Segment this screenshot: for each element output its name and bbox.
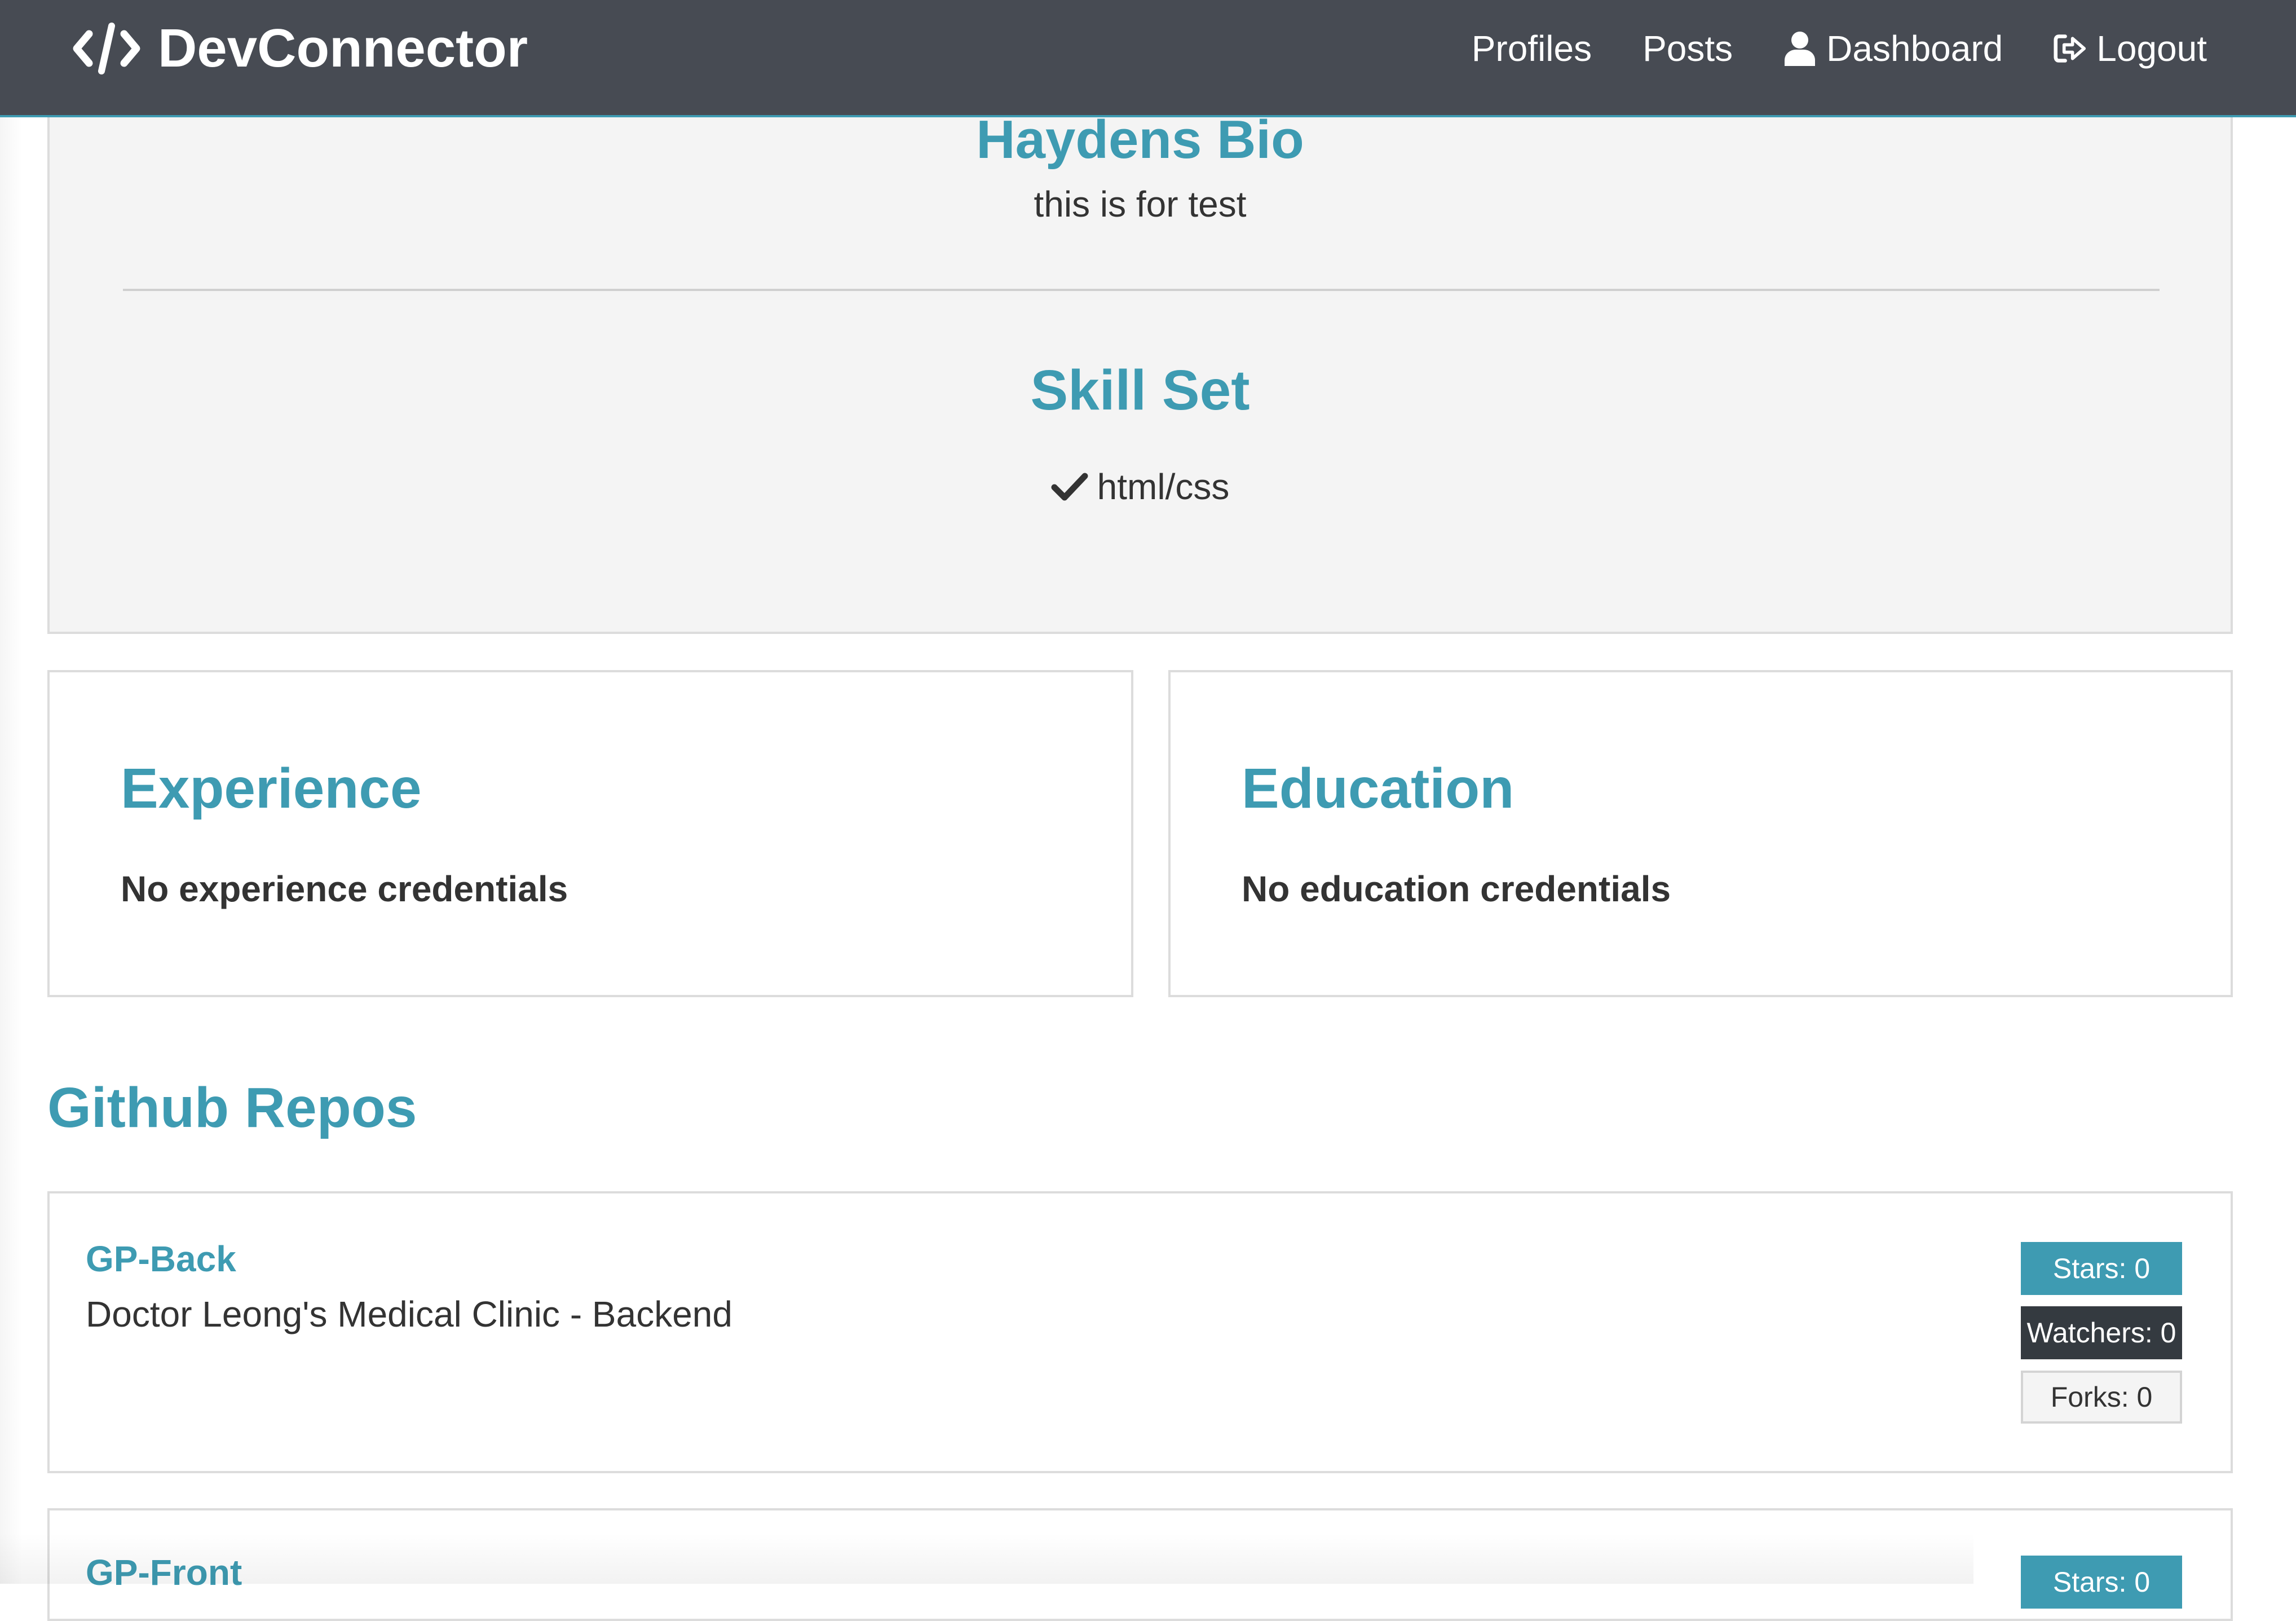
stars-badge: Stars: 0 [2021,1556,2182,1609]
profile-about-card: Haydens Bio this is for test Skill Set h… [47,85,2233,634]
page-shade [0,117,23,1584]
nav-link-label: Posts [1642,28,1733,69]
repo-link[interactable]: GP-Front [86,1551,242,1594]
repo-description: Doctor Leong's Medical Clinic - Backend [86,1294,732,1334]
skill-label: html/css [1097,466,1230,507]
skills-heading: Skill Set [1030,359,1250,422]
experience-heading: Experience [121,757,422,820]
nav-link-label: Profiles [1471,28,1592,69]
user-icon [1783,31,1816,66]
brand-link[interactable]: DevConnector [72,16,528,81]
sign-out-icon [2054,31,2086,66]
experience-empty-text: No experience credentials [121,869,568,909]
experience-card: Experience No experience credentials [47,670,1133,997]
education-empty-text: No education credentials [1242,869,1671,909]
nav-link-dashboard[interactable]: Dashboard [1783,28,2003,69]
repo-card: GP-Front Stars: 0 [47,1508,2233,1621]
nav-link-label: Dashboard [1826,28,2003,69]
nav-link-label: Logout [2096,28,2207,69]
watchers-badge: Watchers: 0 [2021,1306,2182,1359]
bio-text: this is for test [1034,184,1247,224]
github-repos-heading: Github Repos [47,1076,417,1139]
repo-link[interactable]: GP-Back [86,1237,236,1281]
navbar: DevConnector Profiles Posts Dashboard Lo… [0,0,2296,117]
repo-badges: Stars: 0 Watchers: 0 Forks: 0 [2021,1242,2182,1435]
education-card: Education No education credentials [1168,670,2233,997]
education-heading: Education [1242,757,1515,820]
repo-card: GP-Back Doctor Leong's Medical Clinic - … [47,1191,2233,1473]
brand-name: DevConnector [158,18,528,78]
nav-links: Profiles Posts Dashboard Logout [1472,16,2207,81]
bio-divider [123,289,2160,291]
nav-link-profiles[interactable]: Profiles [1472,28,1592,69]
skill-item: html/css [1051,466,1230,508]
check-icon [1051,472,1088,502]
nav-link-logout[interactable]: Logout [2054,28,2207,69]
code-icon [72,21,141,76]
stars-badge: Stars: 0 [2021,1242,2182,1295]
skills-list: html/css [50,466,2231,508]
repo-badges: Stars: 0 [2021,1556,2182,1620]
forks-badge: Forks: 0 [2021,1371,2182,1424]
nav-link-posts[interactable]: Posts [1642,28,1733,69]
